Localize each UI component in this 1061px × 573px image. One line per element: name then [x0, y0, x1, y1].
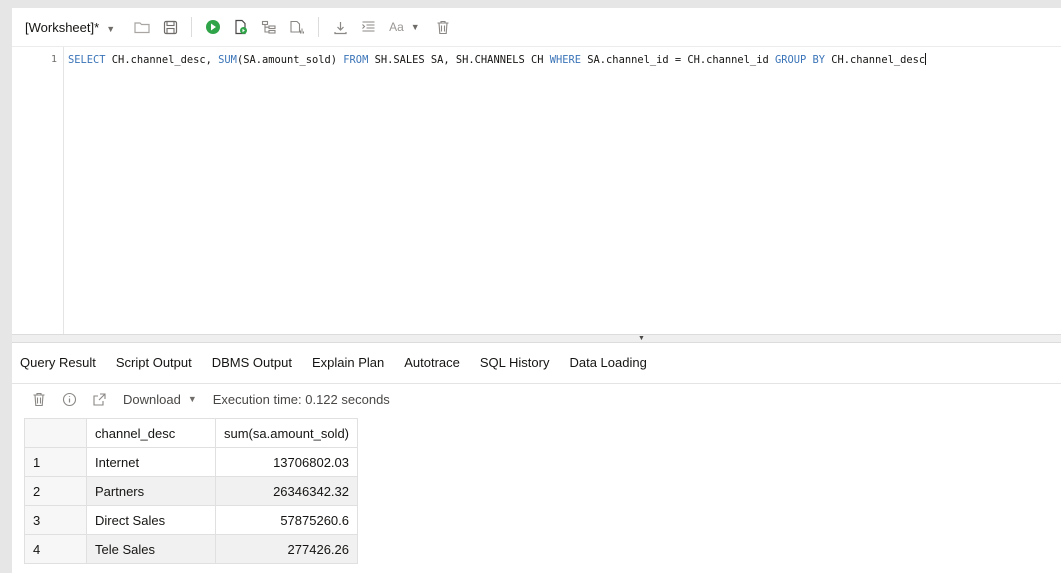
- font-size-label: Aa: [389, 20, 404, 34]
- amount-sold-cell[interactable]: 13706802.03: [215, 447, 358, 477]
- worksheet-title[interactable]: [Worksheet]* ▼: [25, 20, 115, 35]
- sql-keyword: GROUP BY: [774, 54, 826, 66]
- amount-sold-cell[interactable]: 57875260.6: [215, 505, 358, 535]
- column-header-channel-desc[interactable]: channel_desc: [86, 418, 216, 448]
- sql-text: SA.channel_id = CH.channel_id: [581, 54, 775, 66]
- grid-header-row: channel_desc sum(sa.amount_sold): [24, 418, 358, 448]
- channel-desc-cell[interactable]: Partners: [86, 476, 216, 506]
- info-icon[interactable]: [59, 389, 79, 409]
- chevron-down-icon: ▼: [106, 23, 116, 34]
- sql-keyword: FROM: [343, 54, 369, 66]
- sql-keyword: WHERE: [549, 54, 582, 66]
- sql-text: CH.channel_desc,: [105, 54, 219, 66]
- sql-text: SH.SALES SA, SH.CHANNELS CH: [368, 54, 550, 66]
- results-toolbar: Download ▼ Execution time: 0.122 seconds: [12, 385, 1061, 413]
- tab-data-loading[interactable]: Data Loading: [559, 343, 656, 383]
- toolbar-divider: [191, 17, 193, 37]
- run-script-icon[interactable]: [230, 16, 252, 38]
- sql-keyword: SELECT: [68, 54, 106, 66]
- toolbar-divider: [318, 17, 320, 37]
- sql-keyword: SUM: [218, 54, 237, 66]
- sql-text: CH.channel_desc: [825, 54, 926, 66]
- text-cursor: [925, 53, 927, 65]
- run-statement-icon[interactable]: [202, 16, 224, 38]
- trash-icon[interactable]: [29, 389, 49, 409]
- table-row[interactable]: 4 Tele Sales 277426.26: [24, 534, 358, 564]
- chevron-down-icon: ▼: [410, 22, 420, 32]
- tab-explain-plan[interactable]: Explain Plan: [302, 343, 394, 383]
- line-number-gutter: 1: [12, 47, 64, 335]
- row-number-cell[interactable]: 2: [24, 476, 87, 506]
- autotrace-icon[interactable]: [286, 16, 308, 38]
- chevron-down-icon: ▼: [187, 394, 197, 404]
- save-icon[interactable]: [159, 16, 181, 38]
- download-label: Download: [123, 391, 181, 407]
- channel-desc-cell[interactable]: Internet: [86, 447, 216, 477]
- download-button[interactable]: Download ▼: [123, 392, 197, 407]
- font-size-icon[interactable]: Aa ▼: [389, 20, 420, 34]
- output-tabs: Query Result Script Output DBMS Output Expl…: [12, 343, 1061, 384]
- worksheet-panel: [Worksheet]* ▼ Aa ▼ 1 SELECT CH.channel_…: [12, 8, 1061, 573]
- tab-script-output[interactable]: Script Output: [106, 343, 202, 383]
- result-grid: channel_desc sum(sa.amount_sold) 1 Intern…: [24, 418, 358, 564]
- sql-text: (SA.amount_sold): [236, 54, 344, 66]
- tab-autotrace[interactable]: Autotrace: [394, 343, 470, 383]
- worksheet-title-label: [Worksheet]*: [25, 19, 100, 35]
- column-header-sum-amount-sold[interactable]: sum(sa.amount_sold): [215, 418, 358, 448]
- channel-desc-cell[interactable]: Direct Sales: [86, 505, 216, 535]
- line-number: 1: [50, 54, 57, 65]
- collapse-arrow-icon[interactable]: ▼: [638, 335, 645, 342]
- open-in-new-icon[interactable]: [89, 389, 109, 409]
- row-number-header: [24, 418, 87, 448]
- format-icon[interactable]: [357, 16, 379, 38]
- table-row[interactable]: 1 Internet 13706802.03: [24, 447, 358, 477]
- folder-open-icon[interactable]: [131, 16, 153, 38]
- clear-icon[interactable]: [432, 16, 454, 38]
- amount-sold-cell[interactable]: 26346342.32: [215, 476, 358, 506]
- amount-sold-cell[interactable]: 277426.26: [215, 534, 358, 564]
- table-row[interactable]: 2 Partners 26346342.32: [24, 476, 358, 506]
- row-number-cell[interactable]: 1: [24, 447, 87, 477]
- panel-splitter[interactable]: ▼: [12, 334, 1061, 343]
- download-icon[interactable]: [329, 16, 351, 38]
- tab-dbms-output[interactable]: DBMS Output: [202, 343, 302, 383]
- sql-editor[interactable]: 1 SELECT CH.channel_desc, SUM(SA.amount_…: [12, 46, 1061, 335]
- row-number-cell[interactable]: 3: [24, 505, 87, 535]
- sql-code-line[interactable]: SELECT CH.channel_desc, SUM(SA.amount_so…: [68, 52, 1061, 68]
- channel-desc-cell[interactable]: Tele Sales: [86, 534, 216, 564]
- explain-plan-icon[interactable]: [258, 16, 280, 38]
- execution-time: Execution time: 0.122 seconds: [212, 391, 390, 407]
- tab-query-result[interactable]: Query Result: [12, 343, 106, 383]
- table-row[interactable]: 3 Direct Sales 57875260.6: [24, 505, 358, 535]
- worksheet-toolbar: [Worksheet]* ▼ Aa ▼: [12, 8, 1061, 46]
- row-number-cell[interactable]: 4: [24, 534, 87, 564]
- tab-sql-history[interactable]: SQL History: [470, 343, 560, 383]
